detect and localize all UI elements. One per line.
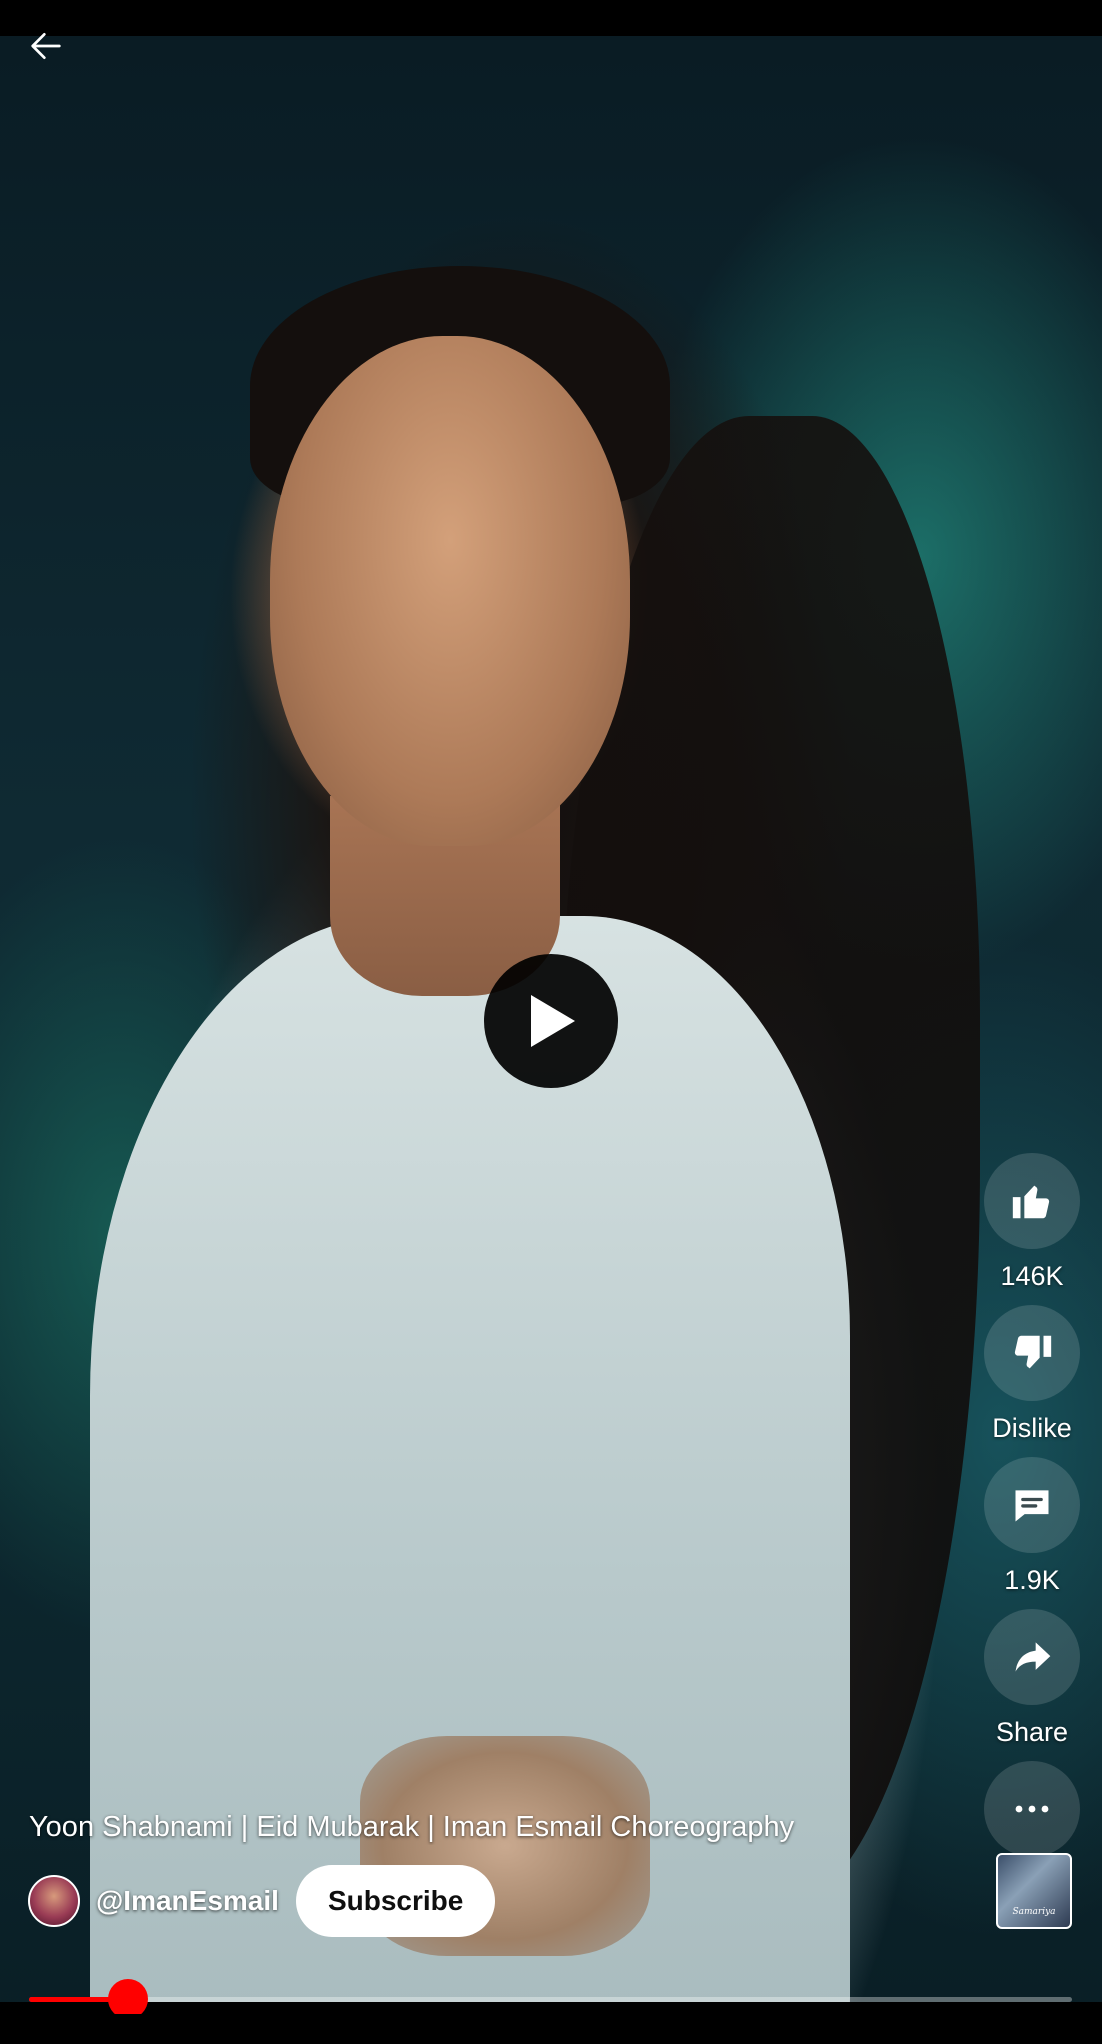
thumbs-down-icon bbox=[1014, 1335, 1052, 1369]
share-action: Share bbox=[984, 1609, 1080, 1747]
thumbs-up-icon bbox=[1012, 1185, 1050, 1219]
dislike-button[interactable] bbox=[984, 1305, 1080, 1401]
arrow-left-icon bbox=[31, 33, 61, 60]
dislike-label: Dislike bbox=[992, 1413, 1072, 1443]
progress-scrubber[interactable] bbox=[108, 1979, 149, 2019]
like-action: 146K bbox=[984, 1153, 1080, 1291]
video-title[interactable]: Yoon Shabnami | Eid Mubarak | Iman Esmai… bbox=[29, 1809, 959, 1845]
play-button[interactable] bbox=[484, 954, 618, 1088]
back-button[interactable] bbox=[22, 22, 70, 70]
progress-bar[interactable] bbox=[29, 1979, 1072, 2019]
status-bar bbox=[0, 0, 1102, 36]
subscribe-button[interactable]: Subscribe bbox=[295, 1865, 496, 1937]
channel-avatar[interactable] bbox=[28, 1875, 80, 1927]
play-icon bbox=[531, 995, 575, 1047]
sound-thumbnail-text: Samariya bbox=[1012, 1907, 1056, 1917]
more-action bbox=[984, 1761, 1080, 1857]
like-button[interactable] bbox=[984, 1153, 1080, 1249]
comments-count: 1.9K bbox=[1004, 1565, 1060, 1595]
more-options-button[interactable] bbox=[984, 1761, 1080, 1857]
navigation-bar bbox=[0, 2014, 1102, 2044]
share-icon bbox=[1015, 1642, 1051, 1672]
share-button[interactable] bbox=[984, 1609, 1080, 1705]
channel-handle[interactable]: @ImanEsmail bbox=[96, 1885, 279, 1917]
share-label: Share bbox=[995, 1717, 1069, 1747]
like-count: 146K bbox=[1000, 1261, 1064, 1291]
video-subject-face bbox=[270, 336, 630, 846]
comments-action: 1.9K bbox=[984, 1457, 1080, 1595]
action-rail: 146K Dislike 1.9K Share bbox=[982, 1153, 1082, 1871]
comment-icon bbox=[1015, 1490, 1049, 1522]
more-horizontal-icon bbox=[1015, 1805, 1049, 1813]
shorts-player-screen: 146K Dislike 1.9K Share Yoon Shabnami | … bbox=[0, 0, 1102, 2044]
channel-row: @ImanEsmail Subscribe bbox=[28, 1864, 496, 1938]
comments-button[interactable] bbox=[984, 1457, 1080, 1553]
sound-thumbnail[interactable]: Samariya bbox=[996, 1853, 1072, 1929]
dislike-action: Dislike bbox=[984, 1305, 1080, 1443]
